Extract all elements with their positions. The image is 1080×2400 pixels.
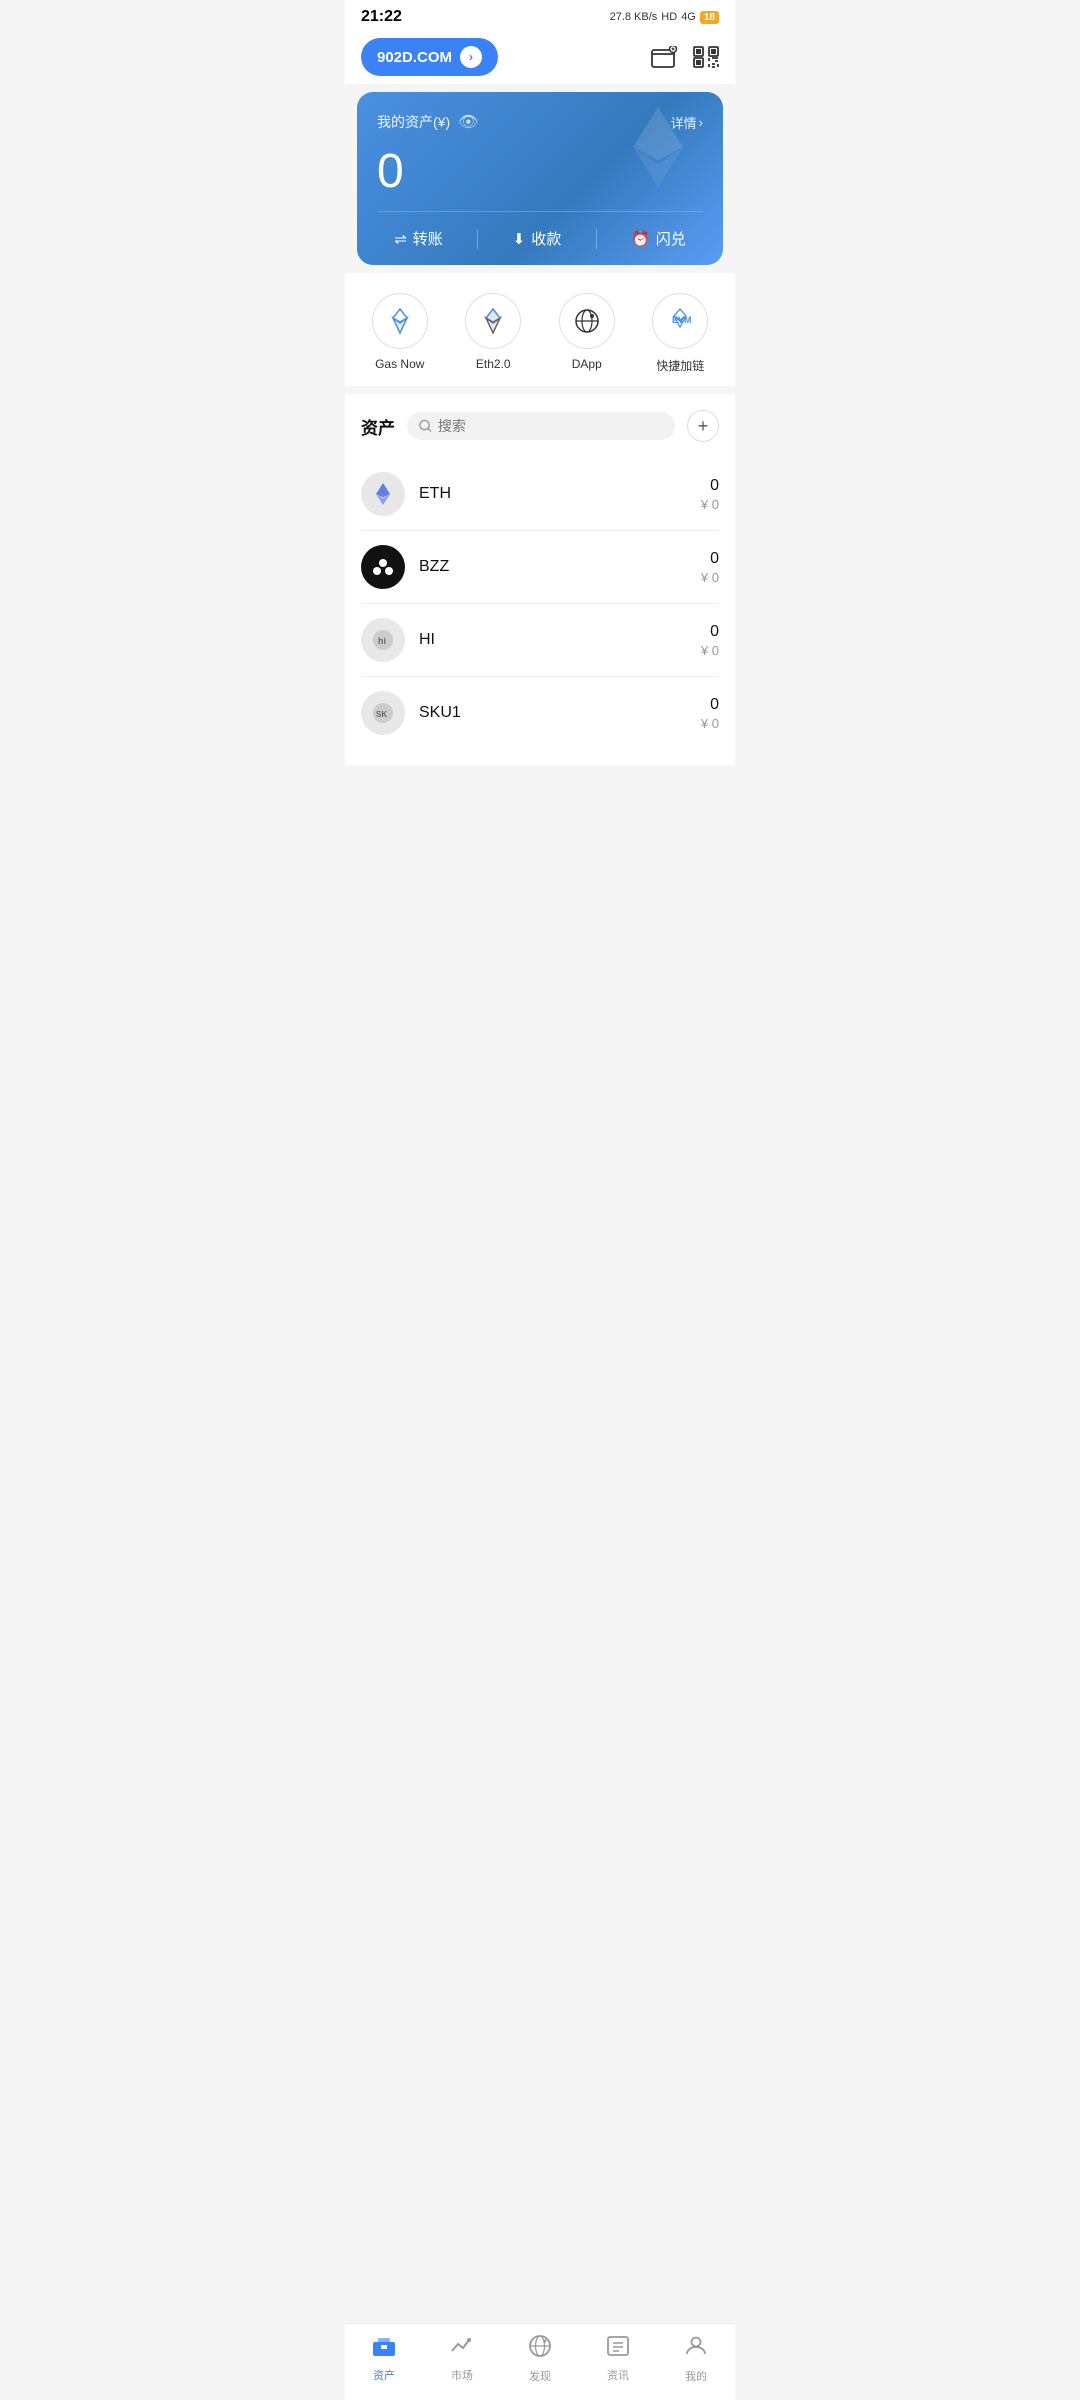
- eye-icon[interactable]: 👁: [458, 112, 478, 132]
- action-divider-1: [477, 229, 478, 249]
- svg-text:hi: hi: [378, 636, 386, 646]
- mine-nav-label: 我的: [685, 2368, 707, 2384]
- eth-symbol: ETH: [419, 485, 701, 503]
- dapp-label: DApp: [572, 357, 602, 371]
- nav-icon-group: [651, 46, 719, 68]
- hi-cny: ¥ 0: [701, 643, 719, 658]
- market-nav-icon: [450, 2335, 474, 2363]
- search-bar[interactable]: [407, 412, 675, 440]
- discover-nav-icon: [528, 2334, 552, 2364]
- battery-icon: 18: [700, 11, 719, 24]
- card-actions: ⇌ 转账 ⬇ 收款 ⏰ 闪兑: [377, 211, 703, 265]
- nav-item-discover[interactable]: 发现: [510, 2334, 570, 2384]
- bzz-logo: [361, 545, 405, 589]
- status-icons: 27.8 KB/s HD 4G 18: [610, 11, 719, 24]
- search-input[interactable]: [438, 418, 663, 434]
- bzz-cny: ¥ 0: [701, 570, 719, 585]
- sku1-values: 0 ¥ 0: [701, 696, 719, 731]
- svg-text:SK: SK: [376, 710, 387, 719]
- news-nav-icon: [606, 2335, 630, 2363]
- sku1-amount: 0: [701, 696, 719, 714]
- assets-nav-icon: [372, 2335, 396, 2363]
- asset-item-bzz[interactable]: BZZ 0 ¥ 0: [361, 531, 719, 604]
- search-icon: [419, 419, 432, 433]
- news-nav-label: 资讯: [607, 2367, 629, 2383]
- gas-now-label: Gas Now: [375, 357, 424, 371]
- add-wallet-button[interactable]: [651, 46, 677, 68]
- asset-list: ETH 0 ¥ 0 BZZ 0 ¥ 0: [361, 458, 719, 749]
- quick-item-dapp[interactable]: DApp: [559, 293, 615, 374]
- sku1-logo: SK: [361, 691, 405, 735]
- eth-logo: [361, 472, 405, 516]
- hd-badge: HD: [661, 11, 677, 23]
- signal-icon: 4G: [681, 11, 696, 23]
- status-time: 21:22: [361, 8, 402, 26]
- status-bar: 21:22 27.8 KB/s HD 4G 18: [345, 0, 735, 30]
- brand-label: 902D.COM: [377, 49, 452, 66]
- dapp-icon-circle: [559, 293, 615, 349]
- bzz-symbol: BZZ: [419, 558, 701, 576]
- receive-label: 收款: [531, 228, 561, 249]
- bottom-nav: 资产 市场 发现: [345, 2323, 735, 2400]
- assets-section: 资产 + ETH 0 ¥ 0: [345, 394, 735, 765]
- market-nav-label: 市场: [451, 2367, 473, 2383]
- asset-item-sku1[interactable]: SK SKU1 0 ¥ 0: [361, 677, 719, 749]
- top-nav: 902D.COM ›: [345, 30, 735, 84]
- mine-nav-icon: [684, 2334, 708, 2364]
- speed-indicator: 27.8 KB/s: [610, 11, 658, 23]
- quick-item-eth2[interactable]: Eth2.0: [465, 293, 521, 374]
- transfer-label: 转账: [413, 228, 443, 249]
- assets-title: 资产: [361, 414, 395, 439]
- quick-item-gas-now[interactable]: Gas Now: [372, 293, 428, 374]
- bzz-amount: 0: [701, 550, 719, 568]
- nav-item-market[interactable]: 市场: [432, 2335, 492, 2383]
- bzz-values: 0 ¥ 0: [701, 550, 719, 585]
- transfer-button[interactable]: ⇌ 转账: [394, 228, 443, 249]
- hi-values: 0 ¥ 0: [701, 623, 719, 658]
- quick-chain-icon-circle: EVM: [652, 293, 708, 349]
- quick-chain-label: 快捷加链: [656, 357, 704, 374]
- sku1-symbol: SKU1: [419, 704, 701, 722]
- scan-button[interactable]: [693, 46, 719, 68]
- sku1-cny: ¥ 0: [701, 716, 719, 731]
- hi-amount: 0: [701, 623, 719, 641]
- asset-label: 我的资产(¥) 👁: [377, 112, 478, 132]
- brand-button[interactable]: 902D.COM ›: [361, 38, 498, 76]
- transfer-icon: ⇌: [394, 230, 407, 248]
- quick-menu: Gas Now Eth2.0 DApp EVM: [345, 273, 735, 386]
- discover-nav-label: 发现: [529, 2368, 551, 2384]
- asset-label-text: 我的资产(¥): [377, 112, 450, 132]
- eth-amount: 0: [701, 477, 719, 495]
- assets-header: 资产 +: [361, 410, 719, 442]
- assets-nav-label: 资产: [373, 2367, 395, 2383]
- asset-item-eth[interactable]: ETH 0 ¥ 0: [361, 458, 719, 531]
- eth-values: 0 ¥ 0: [701, 477, 719, 512]
- nav-item-news[interactable]: 资讯: [588, 2335, 648, 2383]
- eth-watermark: [613, 102, 703, 197]
- nav-item-mine[interactable]: 我的: [666, 2334, 726, 2384]
- nav-item-assets[interactable]: 资产: [354, 2335, 414, 2383]
- hi-symbol: HI: [419, 631, 701, 649]
- flash-button[interactable]: ⏰ 闪兑: [631, 228, 686, 249]
- asset-item-hi[interactable]: hi HI 0 ¥ 0: [361, 604, 719, 677]
- asset-card: 我的资产(¥) 👁 详情 › 0 ⇌ 转账 ⬇ 收款 ⏰ 闪兑: [357, 92, 723, 265]
- eth2-icon-circle: [465, 293, 521, 349]
- eth-cny: ¥ 0: [701, 497, 719, 512]
- hi-logo: hi: [361, 618, 405, 662]
- quick-item-quick-chain[interactable]: EVM 快捷加链: [652, 293, 708, 374]
- flash-label: 闪兑: [656, 228, 686, 249]
- eth2-label: Eth2.0: [476, 357, 511, 371]
- receive-icon: ⬇: [513, 230, 526, 248]
- action-divider-2: [596, 229, 597, 249]
- add-asset-button[interactable]: +: [687, 410, 719, 442]
- gas-now-icon-circle: [372, 293, 428, 349]
- flash-icon: ⏰: [631, 230, 650, 248]
- brand-arrow-icon: ›: [460, 46, 482, 68]
- receive-button[interactable]: ⬇ 收款: [513, 228, 562, 249]
